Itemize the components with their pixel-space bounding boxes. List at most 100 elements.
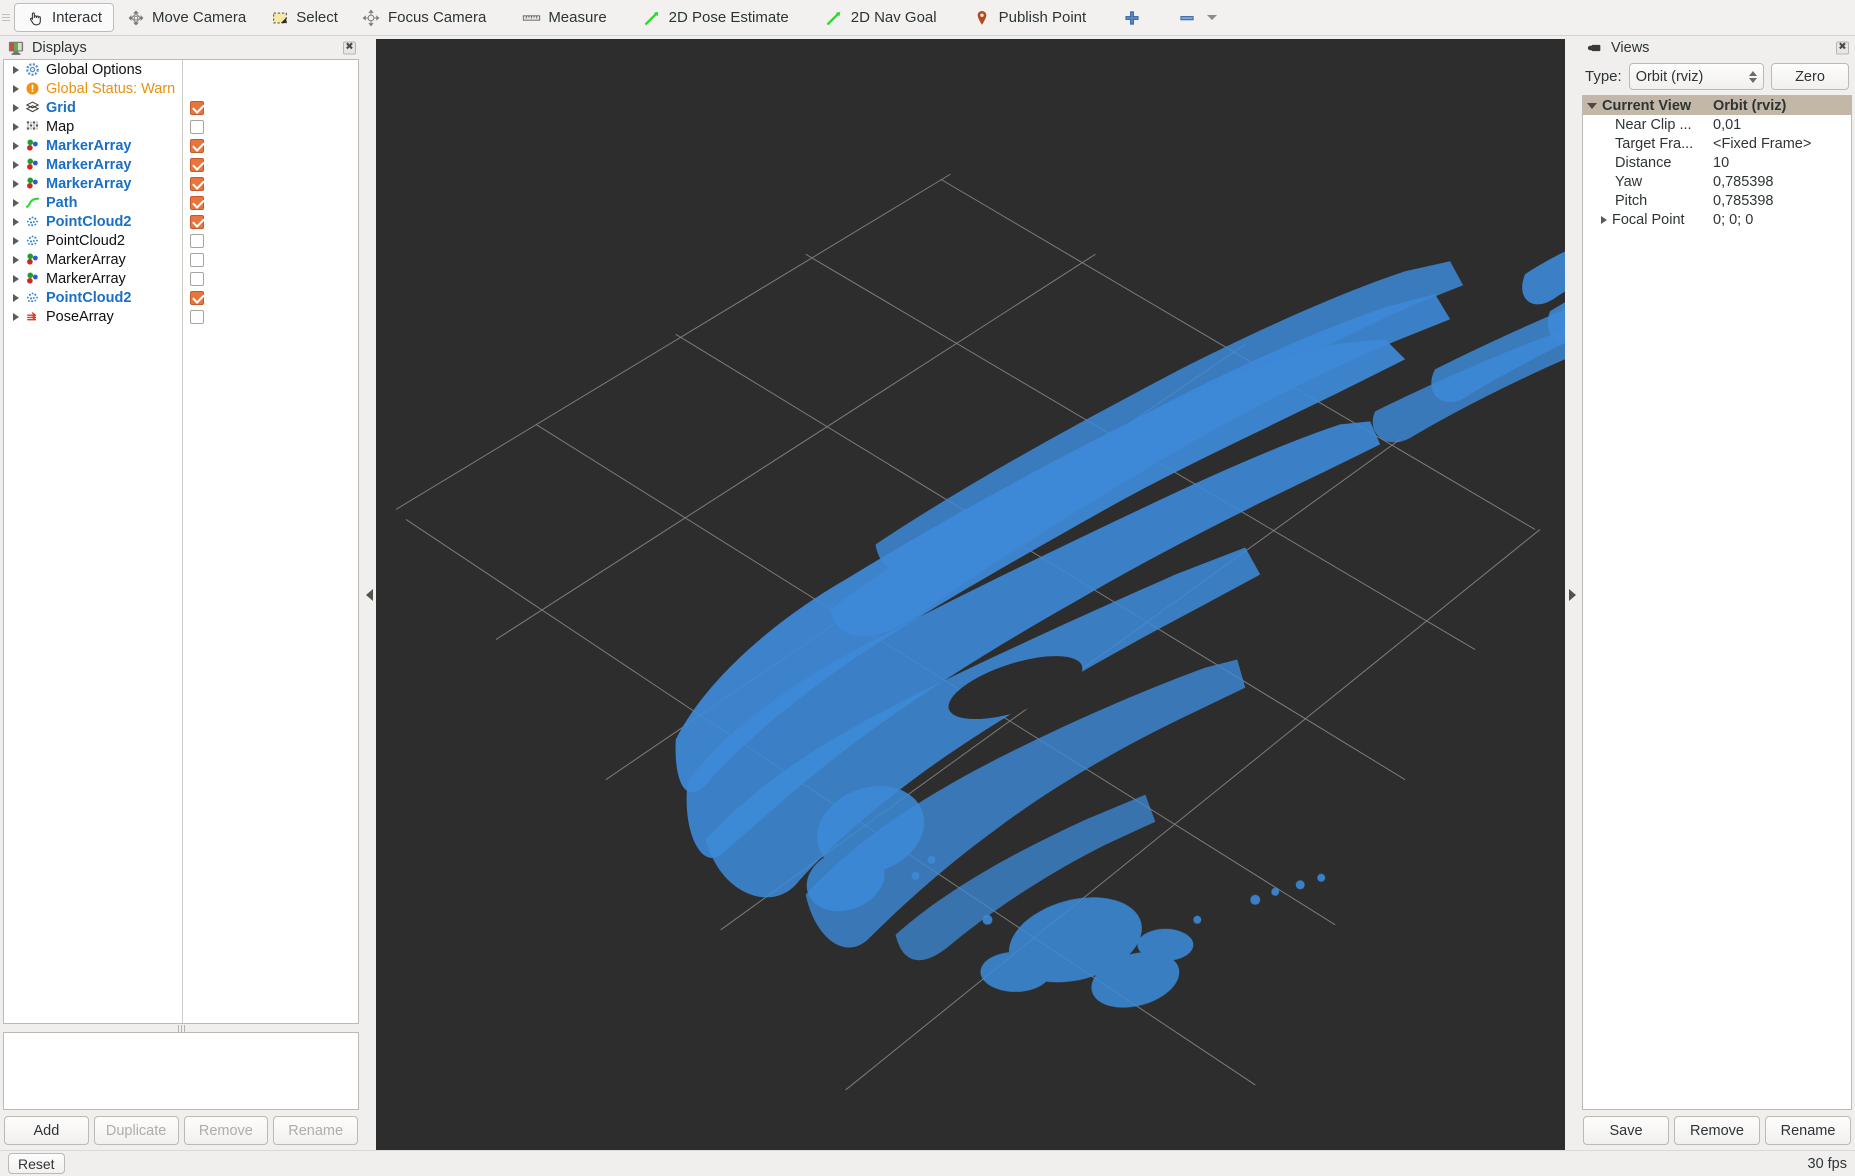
tool-publish-point-label: Publish Point — [999, 9, 1087, 26]
display-enabled-checkbox[interactable] — [190, 139, 204, 153]
tool-move-camera[interactable]: Move Camera — [114, 3, 258, 32]
view-property-value[interactable]: 0,01 — [1709, 117, 1851, 133]
rename-view-button[interactable]: Rename — [1765, 1116, 1851, 1145]
chevron-right-icon[interactable] — [1601, 216, 1607, 224]
display-enabled-checkbox[interactable] — [190, 158, 204, 172]
display-item-markerarray-10[interactable]: MarkerArray — [4, 250, 358, 269]
view-type-value: Orbit (rviz) — [1636, 69, 1704, 85]
expand-arrow-icon[interactable] — [9, 123, 23, 131]
view-property-row[interactable]: Target Fra...<Fixed Frame> — [1583, 134, 1851, 153]
expand-arrow-icon[interactable] — [9, 256, 23, 264]
displays-vertical-splitter[interactable] — [3, 1024, 359, 1032]
tool-interact[interactable]: Interact — [14, 3, 114, 32]
display-enabled-checkbox[interactable] — [190, 196, 204, 210]
view-property-key: Pitch — [1583, 193, 1709, 209]
expand-arrow-icon[interactable] — [9, 85, 23, 93]
view-property-value[interactable]: 0,785398 — [1709, 174, 1851, 190]
remove-display-button[interactable]: Remove — [184, 1116, 269, 1145]
view-property-value[interactable]: <Fixed Frame> — [1709, 136, 1851, 152]
current-view-header[interactable]: Current View Orbit (rviz) — [1583, 96, 1851, 115]
expand-arrow-icon[interactable] — [9, 313, 23, 321]
expand-arrow-icon[interactable] — [9, 161, 23, 169]
tool-2d-pose-estimate[interactable]: 2D Pose Estimate — [631, 3, 801, 32]
expand-arrow-icon[interactable] — [9, 66, 23, 74]
chevron-down-icon[interactable] — [1207, 15, 1217, 20]
view-property-value[interactable]: 0,785398 — [1709, 193, 1851, 209]
tool-measure[interactable]: Measure — [510, 3, 618, 32]
warning-icon — [23, 81, 41, 96]
view-property-key: Target Fra... — [1583, 136, 1709, 152]
view-property-row[interactable]: Focal Point0; 0; 0 — [1583, 210, 1851, 229]
plus-icon — [1122, 8, 1141, 27]
chevron-down-icon[interactable] — [1587, 103, 1597, 109]
view-property-value[interactable]: 0; 0; 0 — [1709, 212, 1851, 228]
display-item-global-status-warn-1[interactable]: Global Status: Warn — [4, 79, 358, 98]
display-item-pointcloud2-8[interactable]: PointCloud2 — [4, 212, 358, 231]
view-property-value[interactable]: 10 — [1709, 155, 1851, 171]
expand-arrow-icon[interactable] — [9, 294, 23, 302]
collapse-left-icon[interactable] — [362, 39, 376, 1150]
displays-body: Global OptionsGlobal Status: WarnGridMap… — [0, 59, 362, 1032]
display-item-markerarray-6[interactable]: MarkerArray — [4, 174, 358, 193]
spinner-icon[interactable] — [1749, 71, 1757, 83]
close-icon[interactable]: ✖ — [1836, 41, 1849, 54]
add-display-button[interactable]: Add — [4, 1116, 89, 1145]
display-item-pointcloud2-9[interactable]: PointCloud2 — [4, 231, 358, 250]
display-item-map-3[interactable]: Map — [4, 117, 358, 136]
view-property-row[interactable]: Pitch0,785398 — [1583, 191, 1851, 210]
map-icon — [23, 119, 41, 134]
display-item-markerarray-11[interactable]: MarkerArray — [4, 269, 358, 288]
display-enabled-checkbox[interactable] — [190, 310, 204, 324]
display-item-path-7[interactable]: Path — [4, 193, 358, 212]
expand-arrow-icon[interactable] — [9, 180, 23, 188]
duplicate-display-button[interactable]: Duplicate — [94, 1116, 179, 1145]
display-item-markerarray-5[interactable]: MarkerArray — [4, 155, 358, 174]
reset-button[interactable]: Reset — [8, 1153, 65, 1174]
display-enabled-checkbox[interactable] — [190, 291, 204, 305]
display-item-global-options-0[interactable]: Global Options — [4, 60, 358, 79]
view-type-combo[interactable]: Orbit (rviz) — [1629, 63, 1764, 90]
display-enabled-checkbox[interactable] — [190, 215, 204, 229]
expand-arrow-icon[interactable] — [9, 142, 23, 150]
display-item-grid-2[interactable]: Grid — [4, 98, 358, 117]
pose-array-icon — [23, 309, 41, 324]
3d-viewport[interactable] — [376, 39, 1565, 1150]
view-property-row[interactable]: Distance10 — [1583, 153, 1851, 172]
tool-publish-point[interactable]: Publish Point — [961, 3, 1099, 32]
displays-panel-title: Displays — [32, 40, 87, 56]
expand-arrow-icon[interactable] — [9, 275, 23, 283]
zero-button[interactable]: Zero — [1771, 63, 1849, 90]
display-item-markerarray-4[interactable]: MarkerArray — [4, 136, 358, 155]
hand-cursor-icon — [26, 8, 45, 27]
collapse-right-icon[interactable] — [1565, 39, 1579, 1150]
display-enabled-checkbox[interactable] — [190, 177, 204, 191]
expand-arrow-icon[interactable] — [9, 237, 23, 245]
display-enabled-checkbox[interactable] — [190, 101, 204, 115]
display-enabled-checkbox[interactable] — [190, 120, 204, 134]
views-button-bar: Save Remove Rename — [1579, 1110, 1855, 1150]
add-tool-button[interactable] — [1110, 3, 1153, 32]
remove-view-button[interactable]: Remove — [1674, 1116, 1760, 1145]
displays-tree[interactable]: Global OptionsGlobal Status: WarnGridMap… — [3, 59, 359, 1024]
tool-select[interactable]: Select — [258, 3, 350, 32]
expand-arrow-icon[interactable] — [9, 104, 23, 112]
view-property-row[interactable]: Near Clip ...0,01 — [1583, 115, 1851, 134]
display-enabled-checkbox[interactable] — [190, 272, 204, 286]
views-property-tree[interactable]: Current View Orbit (rviz) Near Clip ...0… — [1582, 95, 1852, 1110]
tool-2d-nav-goal[interactable]: 2D Nav Goal — [813, 3, 949, 32]
remove-tool-button[interactable] — [1165, 3, 1229, 32]
toolbar-drag-handle[interactable] — [2, 8, 12, 28]
tool-focus-camera[interactable]: Focus Camera — [350, 3, 498, 32]
rename-display-button[interactable]: Rename — [273, 1116, 358, 1145]
save-view-button[interactable]: Save — [1583, 1116, 1669, 1145]
tool-2d-nav-goal-label: 2D Nav Goal — [851, 9, 937, 26]
display-item-label: PointCloud2 — [46, 233, 125, 249]
expand-arrow-icon[interactable] — [9, 218, 23, 226]
display-enabled-checkbox[interactable] — [190, 234, 204, 248]
display-item-posearray-13[interactable]: PoseArray — [4, 307, 358, 326]
expand-arrow-icon[interactable] — [9, 199, 23, 207]
display-item-pointcloud2-12[interactable]: PointCloud2 — [4, 288, 358, 307]
close-icon[interactable]: ✖ — [343, 41, 356, 54]
display-enabled-checkbox[interactable] — [190, 253, 204, 267]
view-property-row[interactable]: Yaw0,785398 — [1583, 172, 1851, 191]
